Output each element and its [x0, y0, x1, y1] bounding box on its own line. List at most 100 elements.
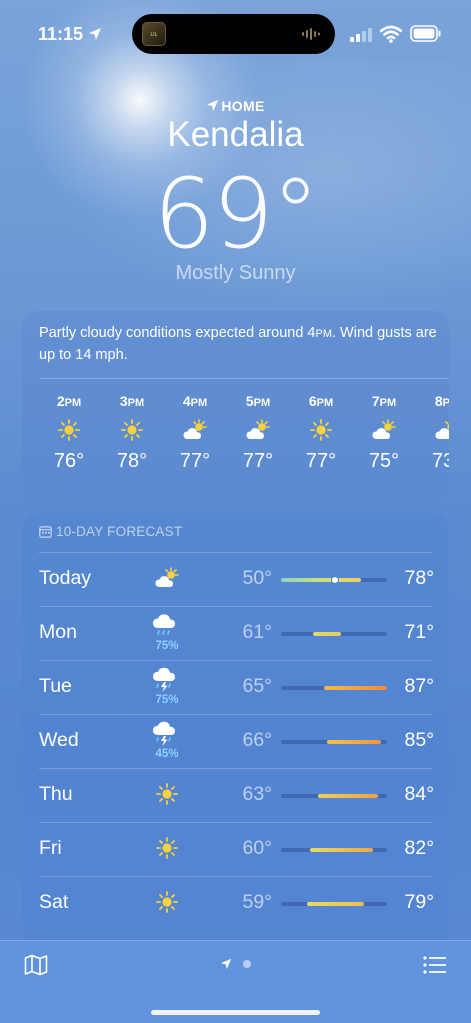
precip-chance: 45% — [155, 748, 179, 760]
sun-icon — [119, 419, 145, 441]
high-temperature: 82° — [404, 837, 435, 859]
divider — [39, 606, 432, 607]
temperature-range-fill — [318, 794, 379, 798]
hour-temperature: 73° — [431, 450, 449, 472]
hour-temperature: 78° — [116, 450, 148, 472]
map-icon[interactable] — [24, 954, 48, 976]
high-temperature: 84° — [404, 783, 435, 805]
precip-chance: 75% — [155, 640, 179, 652]
day-row[interactable]: Today 50° 78° — [22, 552, 449, 606]
location-arrow-icon[interactable] — [220, 958, 232, 970]
day-name: Mon — [39, 621, 77, 643]
divider — [39, 768, 432, 769]
low-temperature: 66° — [242, 729, 273, 751]
low-temperature: 63° — [242, 783, 273, 805]
divider — [39, 552, 432, 553]
battery-icon — [410, 25, 441, 42]
hour-column: 4PM 77° — [165, 393, 225, 473]
day-name: Today — [39, 567, 92, 589]
day-name: Wed — [39, 729, 79, 751]
hour-column: 5PM 77° — [228, 393, 288, 473]
high-temperature: 78° — [404, 567, 435, 589]
hour-column: 2PM 76° — [39, 393, 99, 473]
temperature-range-bar — [281, 902, 387, 906]
sun-icon — [56, 419, 82, 441]
hour-temperature: 77° — [242, 450, 274, 472]
hour-label: 6PM — [308, 393, 334, 409]
hourly-forecast-card[interactable]: Partly cloudy conditions expected around… — [22, 311, 449, 501]
temperature-range-bar — [281, 686, 387, 690]
day-row[interactable]: Mon 75% 61° 71° — [22, 606, 449, 660]
dynamic-island[interactable]: LIL WAYNE — [132, 14, 335, 54]
divider — [39, 876, 432, 877]
location-arrow-icon — [89, 28, 101, 40]
high-temperature: 85° — [404, 729, 435, 751]
day-name: Sat — [39, 891, 69, 913]
page-indicator-dot[interactable] — [243, 960, 251, 968]
partly-cloudy-icon — [371, 419, 397, 441]
hour-label: 7PM — [371, 393, 397, 409]
high-temperature: 71° — [404, 621, 435, 643]
divider — [39, 378, 449, 379]
bottom-toolbar — [0, 940, 471, 1023]
hour-temperature: 77° — [179, 450, 211, 472]
thunderstorm-icon — [150, 720, 184, 748]
hour-label: 8PM — [434, 393, 449, 409]
partly-cloudy-icon — [434, 419, 449, 441]
low-temperature: 65° — [242, 675, 273, 697]
signal-icon — [350, 28, 372, 42]
ten-day-header-text: 10-DAY FORECAST — [56, 524, 183, 539]
divider — [39, 822, 432, 823]
temperature-range-fill — [306, 902, 365, 906]
album-art: LIL WAYNE — [142, 22, 166, 46]
day-name: Fri — [39, 837, 62, 859]
status-time: 11:15 — [38, 24, 84, 44]
hour-label: 2PM — [56, 393, 82, 409]
day-row[interactable]: Thu 63° 84° — [22, 768, 449, 822]
high-temperature: 79° — [404, 891, 435, 913]
divider — [39, 714, 432, 715]
precip-chance: 75% — [155, 694, 179, 706]
current-condition: Mostly Sunny — [175, 262, 296, 284]
hour-temperature: 77° — [305, 450, 337, 472]
hour-column: 7PM 75° — [354, 393, 414, 473]
ten-day-forecast-card[interactable]: 10-DAY FORECAST Today 50° 78° Mon 75% 61° 71° T… — [22, 513, 449, 953]
thunderstorm-icon — [150, 666, 184, 694]
temperature-range-bar — [281, 848, 387, 852]
hour-temperature: 75° — [368, 450, 400, 472]
hour-column: 6PM 77° — [291, 393, 351, 473]
hour-label: 3PM — [119, 393, 145, 409]
temperature-range-bar — [281, 576, 387, 584]
wifi-icon — [380, 25, 402, 43]
low-temperature: 50° — [242, 567, 273, 589]
temperature-range-fill — [309, 848, 373, 852]
current-temperature: 69° — [153, 158, 319, 270]
hour-column: 8PM 73° — [417, 393, 449, 473]
partly-cloudy-icon — [182, 419, 208, 441]
city-name: Kendalia — [167, 115, 304, 154]
current-temp-dot — [331, 576, 340, 584]
temperature-range-fill — [281, 578, 362, 582]
day-row[interactable]: Wed 45% 66° 85° — [22, 714, 449, 768]
ten-day-header: 10-DAY FORECAST — [39, 524, 182, 539]
rain-icon — [150, 612, 184, 640]
location-label: HOME — [0, 98, 471, 114]
temperature-range-bar — [281, 794, 387, 798]
list-icon[interactable] — [423, 955, 447, 975]
sun-icon — [308, 419, 334, 441]
day-row[interactable]: Sat 59° 79° — [22, 876, 449, 930]
temperature-range-bar — [281, 632, 387, 636]
divider — [39, 660, 432, 661]
low-temperature: 61° — [242, 621, 273, 643]
home-indicator[interactable] — [151, 1010, 320, 1015]
hour-temperature: 76° — [53, 450, 85, 472]
temperature-range-fill — [326, 740, 382, 744]
day-row[interactable]: Tue 75% 65° 87° — [22, 660, 449, 714]
day-name: Tue — [39, 675, 72, 697]
low-temperature: 59° — [242, 891, 273, 913]
temperature-range-fill — [323, 686, 387, 690]
high-temperature: 87° — [404, 675, 435, 697]
day-row[interactable]: Fri 60° 82° — [22, 822, 449, 876]
calendar-icon — [39, 526, 52, 538]
location-label-text: HOME — [221, 98, 265, 114]
